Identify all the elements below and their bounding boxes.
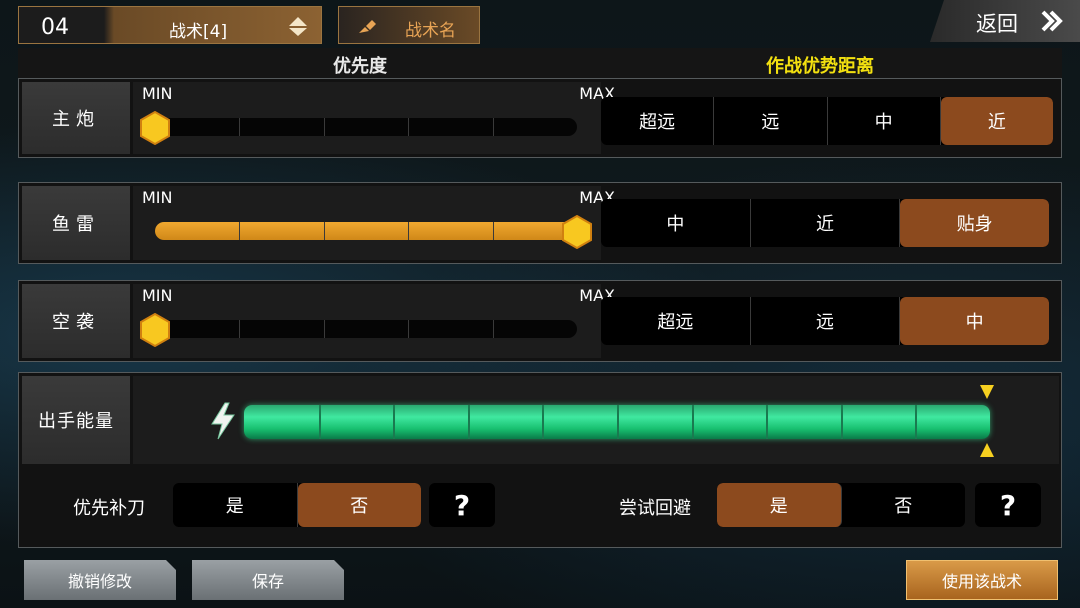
try-evade-help-button[interactable]: ? bbox=[975, 483, 1041, 527]
use-tactic-button[interactable]: 使用该战术 bbox=[906, 560, 1058, 600]
min-label: MIN bbox=[142, 188, 173, 207]
rename-label: 战术名 bbox=[405, 21, 456, 41]
triangle-down-icon bbox=[980, 385, 994, 399]
finish-off-help-button[interactable]: ? bbox=[429, 483, 495, 527]
slider-track[interactable] bbox=[155, 320, 577, 338]
slider-tick bbox=[492, 320, 494, 338]
range-option[interactable]: 中 bbox=[828, 97, 941, 145]
tactic-selector[interactable]: 04 战术[4] bbox=[18, 6, 322, 44]
energy-panel: 出手能量 优先补刀 是 否 ? 尝试回避 是 否 ? bbox=[18, 372, 1062, 548]
slider-tick bbox=[323, 118, 325, 136]
undo-changes-button[interactable]: 撤销修改 bbox=[24, 560, 176, 600]
slider-track[interactable] bbox=[155, 118, 577, 136]
energy-segment-divider bbox=[840, 405, 843, 439]
slider-tick bbox=[323, 222, 325, 240]
energy-segment-divider bbox=[766, 405, 769, 439]
energy-segment-divider bbox=[467, 405, 470, 439]
back-button[interactable]: 返回 bbox=[930, 0, 1080, 42]
min-label: MIN bbox=[142, 286, 173, 305]
energy-segment-divider bbox=[542, 405, 545, 439]
weapon-label: 鱼雷 bbox=[22, 186, 130, 260]
priority-slider[interactable]: MIN MAX bbox=[133, 82, 615, 154]
finish-off-no[interactable]: 否 bbox=[297, 483, 421, 527]
range-option[interactable]: 远 bbox=[751, 297, 901, 345]
range-selector[interactable]: 超远远中近 bbox=[601, 97, 1053, 145]
lightning-icon bbox=[211, 402, 235, 440]
energy-segment-divider bbox=[691, 405, 694, 439]
tactic-select-label: 战术[4] bbox=[169, 22, 228, 42]
weapon-label: 主炮 bbox=[22, 82, 130, 154]
priority-slider[interactable]: MIN MAX bbox=[133, 284, 615, 358]
slider-knob[interactable] bbox=[560, 215, 594, 249]
try-evade-label: 尝试回避 bbox=[619, 498, 691, 519]
finish-off-toggle[interactable]: 是 否 bbox=[173, 483, 421, 527]
energy-segment-divider bbox=[318, 405, 321, 439]
weapon-row-main-gun: 主炮 MIN MAX 超远远中近 bbox=[18, 78, 1062, 158]
energy-bar[interactable] bbox=[244, 405, 990, 439]
weapon-label: 空袭 bbox=[22, 284, 130, 358]
slider-knob[interactable] bbox=[138, 111, 172, 145]
slider-track[interactable] bbox=[155, 222, 577, 240]
energy-label: 出手能量 bbox=[22, 376, 130, 464]
slider-tick bbox=[408, 222, 410, 240]
slider-tick bbox=[408, 320, 410, 338]
finish-off-yes[interactable]: 是 bbox=[173, 483, 298, 527]
range-option[interactable]: 超远 bbox=[601, 297, 751, 345]
range-option[interactable]: 近 bbox=[751, 199, 901, 247]
back-label: 返回 bbox=[976, 12, 1018, 36]
try-evade-toggle[interactable]: 是 否 bbox=[717, 483, 965, 527]
slider-fill bbox=[155, 222, 577, 240]
min-label: MIN bbox=[142, 84, 173, 103]
range-option[interactable]: 超远 bbox=[601, 97, 715, 145]
priority-slider[interactable]: MIN MAX bbox=[133, 186, 615, 260]
tactic-number: 04 bbox=[41, 15, 69, 40]
dropdown-icon bbox=[289, 17, 307, 36]
slider-tick bbox=[492, 222, 494, 240]
finish-off-label: 优先补刀 bbox=[73, 498, 145, 519]
range-option[interactable]: 中 bbox=[900, 297, 1049, 345]
slider-tick bbox=[408, 118, 410, 136]
weapon-row-torpedo: 鱼雷 MIN MAX 中近贴身 bbox=[18, 182, 1062, 264]
weapon-row-airstrike: 空袭 MIN MAX 超远远中 bbox=[18, 280, 1062, 362]
range-option[interactable]: 近 bbox=[940, 97, 1053, 145]
energy-segment-divider bbox=[617, 405, 619, 439]
priority-title: 优先度 bbox=[333, 56, 387, 77]
range-option[interactable]: 贴身 bbox=[900, 199, 1049, 247]
slider-tick bbox=[323, 320, 325, 338]
energy-area bbox=[133, 376, 1059, 464]
range-title: 作战优势距离 bbox=[766, 56, 874, 77]
try-evade-yes[interactable]: 是 bbox=[717, 483, 842, 527]
slider-tick bbox=[239, 222, 241, 240]
range-selector[interactable]: 超远远中 bbox=[601, 297, 1049, 345]
slider-tick bbox=[239, 320, 241, 338]
slider-knob[interactable] bbox=[138, 313, 172, 347]
range-option[interactable]: 中 bbox=[601, 199, 751, 247]
range-selector[interactable]: 中近贴身 bbox=[601, 199, 1049, 247]
range-option[interactable]: 远 bbox=[714, 97, 828, 145]
save-button[interactable]: 保存 bbox=[192, 560, 344, 600]
try-evade-no[interactable]: 否 bbox=[842, 483, 966, 527]
energy-segment-divider bbox=[393, 405, 396, 439]
pen-icon bbox=[359, 20, 376, 33]
double-chevron-right-icon bbox=[1041, 10, 1063, 32]
slider-tick bbox=[239, 118, 241, 136]
settings-header: 优先度 作战优势距离 bbox=[18, 48, 1062, 78]
slider-tick bbox=[492, 118, 494, 136]
rename-tactic-button[interactable]: 战术名 bbox=[338, 6, 480, 44]
triangle-up-icon bbox=[980, 443, 994, 457]
energy-segment-divider bbox=[915, 405, 918, 439]
